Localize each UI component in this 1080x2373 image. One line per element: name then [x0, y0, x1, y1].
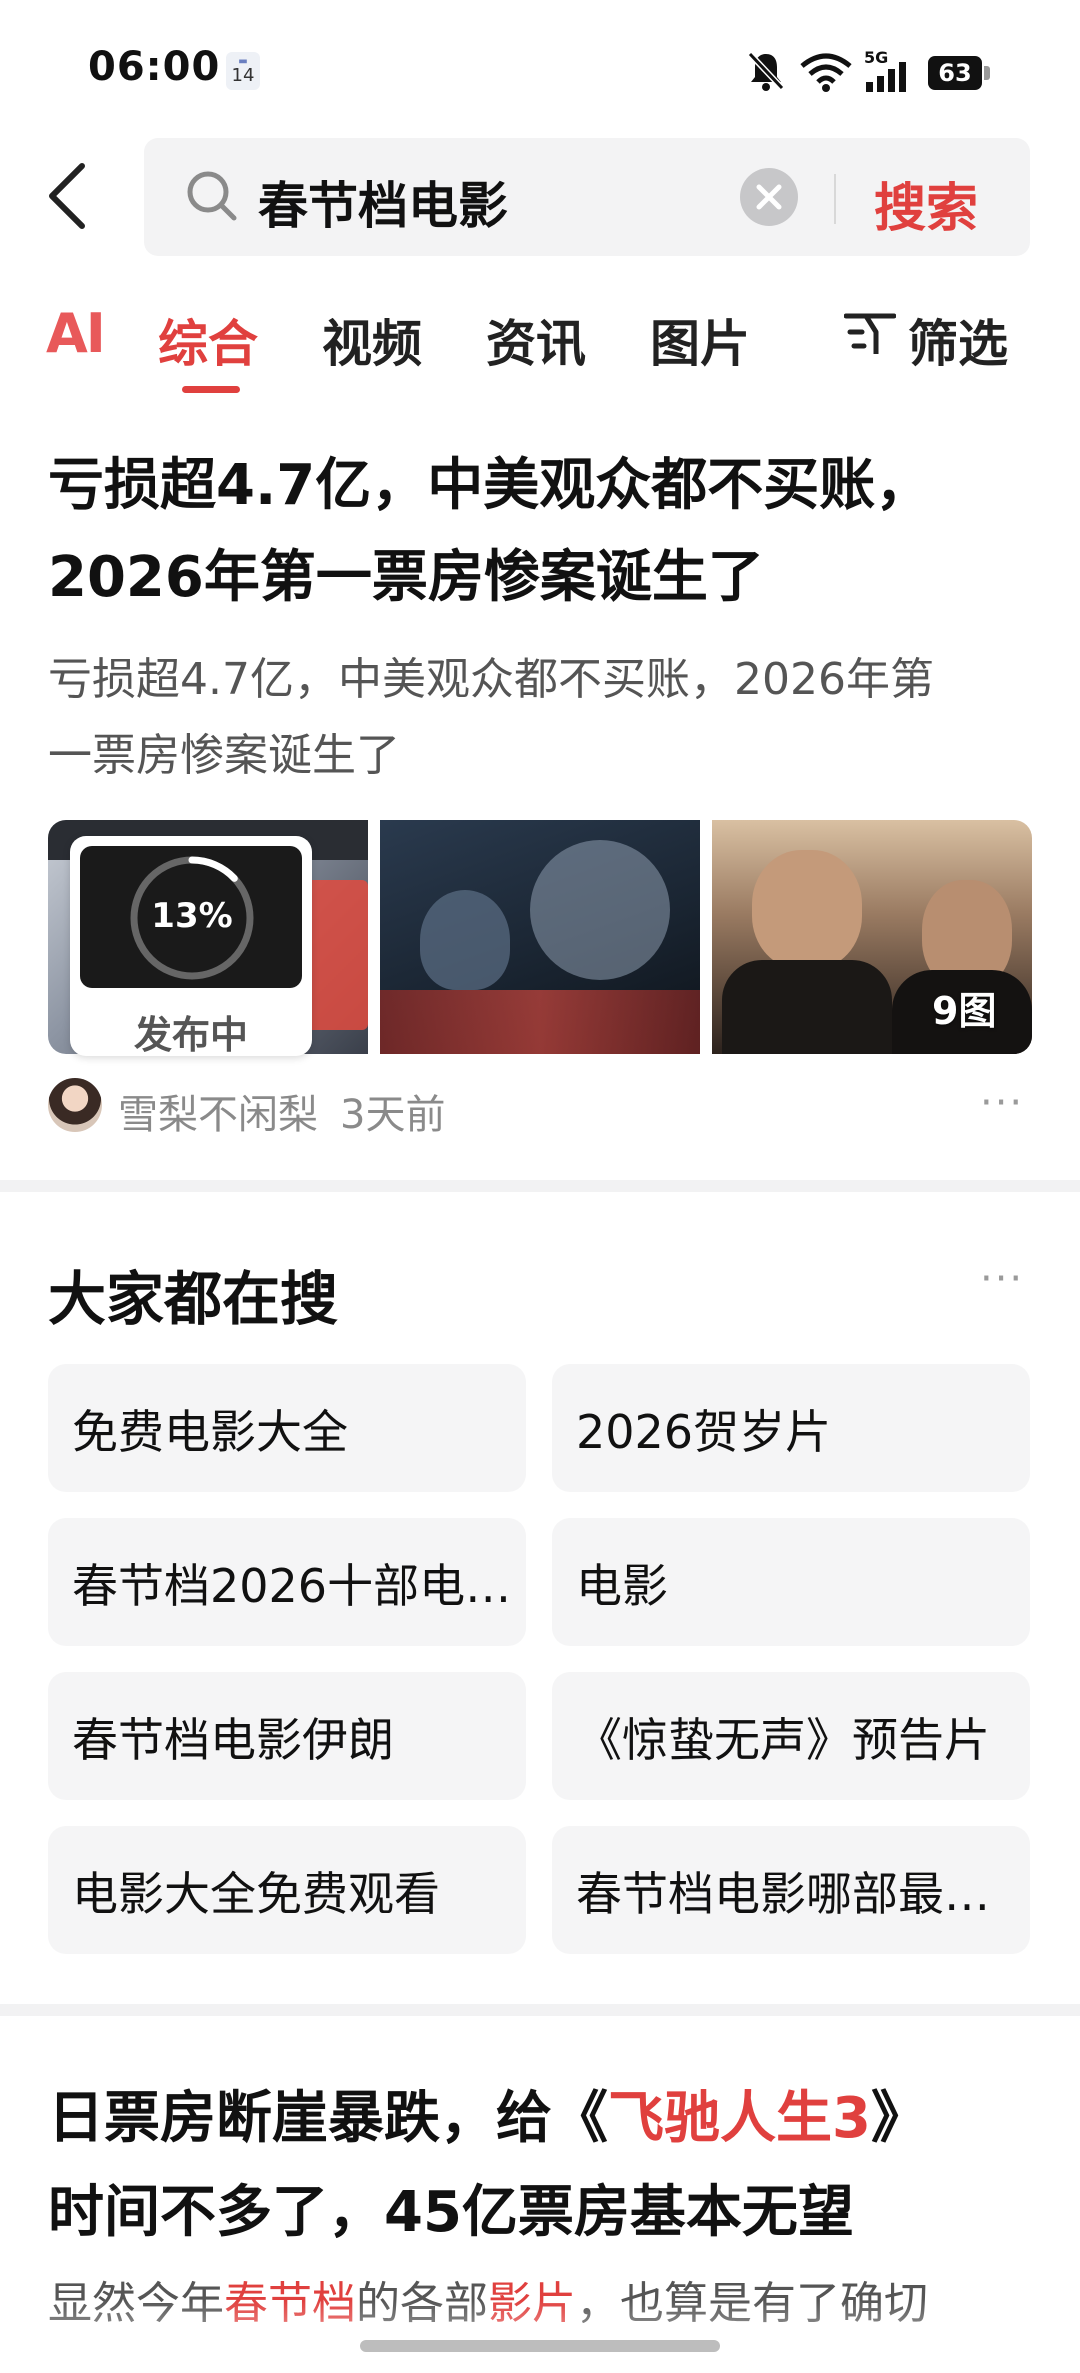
- section-divider: [0, 2004, 1080, 2016]
- suggestion-chip[interactable]: 《惊蛰无声》预告片: [552, 1672, 1030, 1800]
- suggestion-text: 春节档电影伊朗: [72, 1713, 394, 1767]
- article-title-line2: 2026年第一票房惨案诞生了: [48, 545, 764, 610]
- title-text: 》: [870, 2086, 927, 2151]
- title-highlight: 飞驰人生3: [608, 2086, 871, 2151]
- suggestion-text: 电影: [576, 1559, 668, 1613]
- battery-icon: 63: [928, 56, 982, 90]
- search-icon: [187, 171, 237, 221]
- tab-active-indicator: [182, 386, 240, 393]
- upload-status: 发布中: [133, 1013, 248, 1057]
- tab-ai[interactable]: AI: [46, 302, 106, 365]
- section-title-everyone-searches: 大家都在搜: [48, 1265, 339, 1333]
- tab-comprehensive[interactable]: 综合: [158, 304, 258, 376]
- mute-bell-icon: [747, 51, 785, 91]
- more-options-icon[interactable]: ···: [980, 1080, 1024, 1126]
- tab-news[interactable]: 资讯: [486, 304, 586, 376]
- suggestion-chip[interactable]: 春节档电影伊朗: [48, 1672, 526, 1800]
- status-time: 06:00: [88, 44, 221, 90]
- suggestion-chip[interactable]: 2026贺岁片: [552, 1364, 1030, 1492]
- image-count-badge: 9图: [932, 989, 997, 1033]
- section-more-icon[interactable]: ···: [980, 1256, 1024, 1302]
- search-query[interactable]: 春节档电影: [258, 166, 508, 238]
- bottom-fade: [0, 2300, 1080, 2373]
- title-text: 日票房断崖暴跌，给《: [48, 2086, 608, 2151]
- article-title[interactable]: 亏损超4.7亿，中美观众都不买账， 2026年第一票房惨案诞生了: [48, 440, 1038, 624]
- suggestion-chip[interactable]: 电影大全免费观看: [48, 1826, 526, 1954]
- battery-cap: [984, 66, 990, 80]
- wifi-icon: [800, 53, 852, 92]
- tab-video[interactable]: 视频: [322, 304, 422, 376]
- publish-time: 3天前: [340, 1092, 446, 1138]
- home-indicator[interactable]: [360, 2340, 720, 2352]
- suggestion-chip[interactable]: 电影: [552, 1518, 1030, 1646]
- search-button[interactable]: 搜索: [874, 166, 978, 241]
- tab-images[interactable]: 图片: [650, 304, 750, 376]
- article-desc-line1: 亏损超4.7亿，中美观众都不买账，2026年第: [48, 654, 934, 705]
- suggestion-text: 春节档2026十部电…: [72, 1559, 512, 1613]
- section-divider: [0, 1180, 1080, 1192]
- article-desc-line2: 一票房惨案诞生了: [48, 730, 400, 781]
- suggestion-chip[interactable]: 春节档电影哪部最…: [552, 1826, 1030, 1954]
- article-image-2[interactable]: [380, 820, 700, 1054]
- suggestion-text: 春节档电影哪部最…: [576, 1867, 990, 1921]
- upload-progress-percent: 13%: [151, 896, 233, 936]
- tab-filter[interactable]: 筛选: [908, 304, 1008, 376]
- signal-icon: [866, 62, 906, 92]
- author-avatar[interactable]: [48, 1078, 102, 1132]
- suggestion-text: 《惊蛰无声》预告片: [576, 1713, 990, 1767]
- author-name[interactable]: 雪梨不闲梨: [118, 1082, 318, 1140]
- calendar-day: 14: [231, 65, 255, 86]
- article2-title-line2: 时间不多了，45亿票房基本无望: [48, 2180, 854, 2245]
- article2-title-line1: 日票房断崖暴跌，给《飞驰人生3》: [48, 2072, 1038, 2166]
- back-arrow-icon[interactable]: [40, 160, 100, 232]
- suggestion-text: 免费电影大全: [72, 1405, 348, 1459]
- suggestion-text: 电影大全免费观看: [72, 1867, 440, 1921]
- calendar-icon: ▬ 14: [226, 52, 260, 90]
- article-description: 亏损超4.7亿，中美观众都不买账，2026年第 一票房惨案诞生了: [48, 642, 1038, 794]
- clear-icon[interactable]: [740, 168, 798, 226]
- search-divider: [834, 174, 836, 224]
- suggestion-chip[interactable]: 免费电影大全: [48, 1364, 526, 1492]
- article-title-line1: 亏损超4.7亿，中美观众都不买账，: [48, 453, 932, 518]
- suggestion-chip[interactable]: 春节档2026十部电…: [48, 1518, 526, 1646]
- suggestion-text: 2026贺岁片: [576, 1405, 832, 1459]
- filter-icon[interactable]: [844, 306, 896, 362]
- article2-title[interactable]: 日票房断崖暴跌，给《飞驰人生3》 时间不多了，45亿票房基本无望: [48, 2072, 1038, 2260]
